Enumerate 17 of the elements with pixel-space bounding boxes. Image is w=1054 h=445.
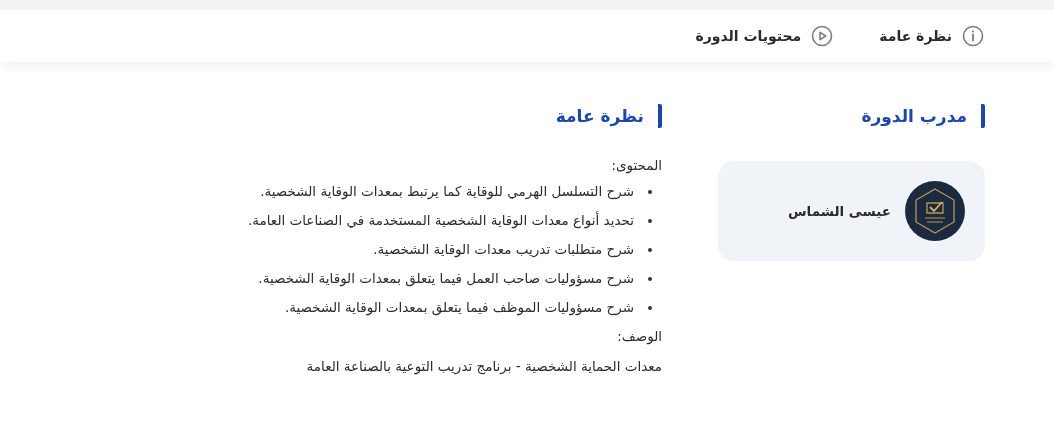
avatar-logo-icon	[905, 181, 965, 241]
bullet-point: شرح متطلبات تدريب معدات الوقاية الشخصية.	[182, 239, 662, 259]
trainer-name: عيسى الشماس	[788, 203, 891, 219]
description-text: معدات الحماية الشخصية - برنامج تدريب التوعية بالصناعة العامة	[305, 357, 662, 376]
play-icon	[811, 25, 834, 47]
bullet-point: شرح التسلسل الهرمي للوقاية كما يرتبط بمعدات الوقاية الشخصية.	[182, 181, 662, 201]
bullet-point: شرح مسؤوليات صاحب العمل فيما يتعلق بمعدات الوقاية الشخصية.	[182, 268, 662, 288]
info-icon	[962, 25, 984, 47]
bullet-point: شرح مسؤوليات الموظف فيما يتعلق بمعدات الوقاية الشخصية.	[182, 297, 662, 317]
section-heading: نظرة عامة	[182, 104, 662, 128]
bullet-point: تحديد أنواع معدات الوقاية الشخصية المستخدمة في الصناعات العامة.	[182, 210, 662, 230]
nav-tab[interactable]: نظرة عامة	[879, 25, 984, 47]
description-label: الوصف:	[616, 327, 662, 346]
trainer-card[interactable]: عيسى الشماس	[718, 161, 985, 261]
content-label: المحتوى:	[610, 156, 662, 175]
nav-tab[interactable]: محتويات الدورة	[695, 25, 834, 47]
section-heading: مدرب الدورة	[718, 104, 985, 128]
